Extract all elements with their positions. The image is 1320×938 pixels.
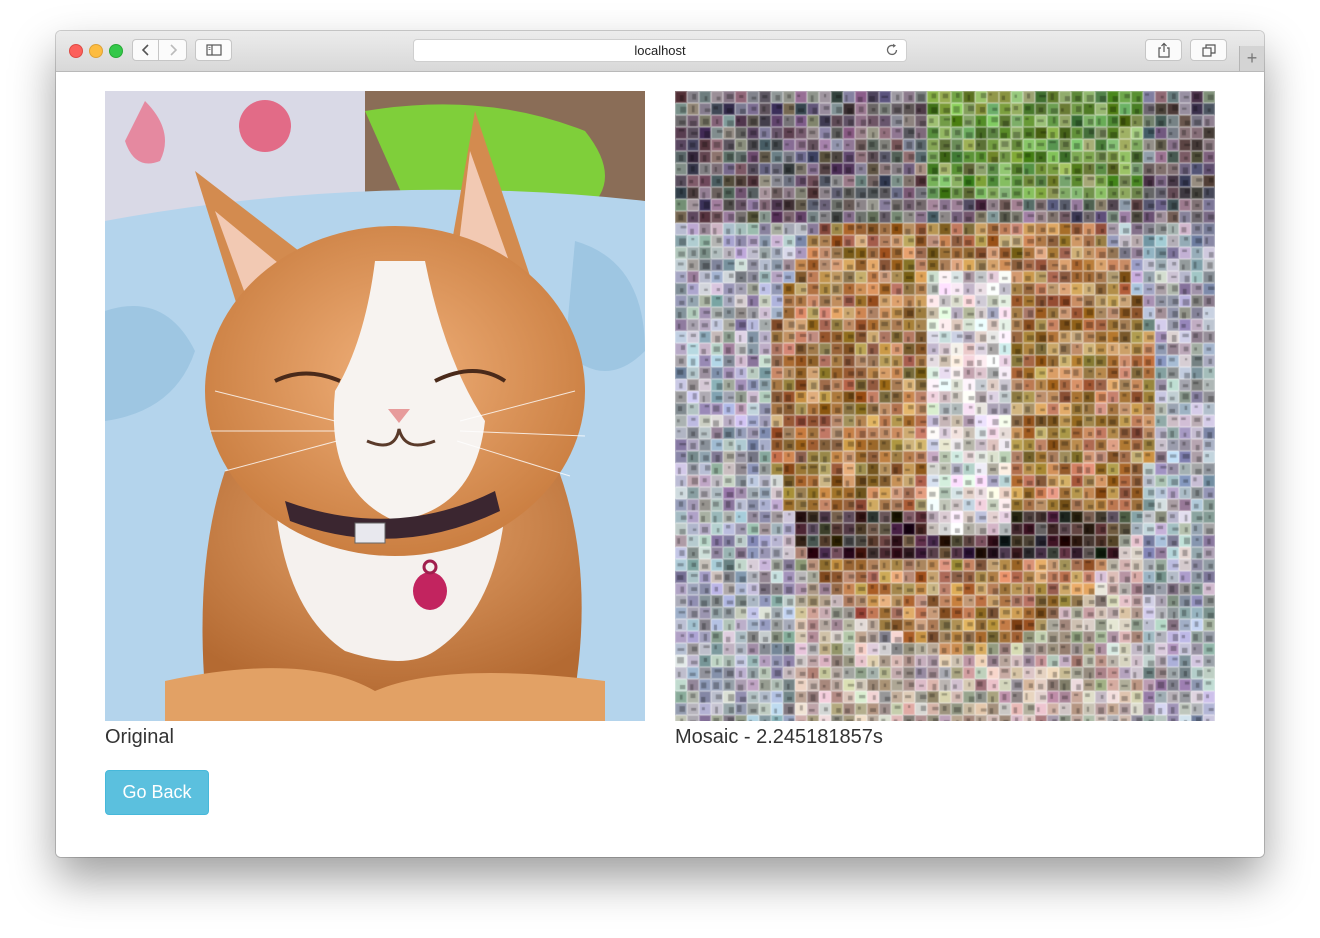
original-panel: Original [105, 91, 645, 749]
mosaic-caption: Mosaic - 2.245181857s [675, 726, 883, 748]
back-button[interactable] [132, 39, 159, 61]
original-image [105, 91, 645, 721]
sidebar-icon [205, 44, 222, 56]
browser-toolbar: localhost + [56, 31, 1264, 72]
share-button[interactable] [1145, 39, 1182, 61]
zoom-window-button[interactable] [109, 44, 123, 58]
address-bar[interactable]: localhost [413, 39, 907, 62]
go-back-button[interactable]: Go Back [105, 770, 209, 815]
page-content: Original Mosaic - 2.245181857s Go Back [56, 72, 1264, 857]
chevron-right-icon [169, 44, 177, 56]
share-icon [1157, 42, 1170, 58]
chevron-left-icon [141, 44, 149, 56]
new-tab-button[interactable]: + [1239, 46, 1264, 71]
tabs-overview-icon [1201, 43, 1216, 57]
cat-photo [105, 91, 645, 721]
minimize-window-button[interactable] [89, 44, 103, 58]
close-window-button[interactable] [69, 44, 83, 58]
url-text: localhost [634, 43, 686, 58]
plus-icon: + [1246, 48, 1258, 68]
mosaic-canvas [675, 91, 1215, 721]
sidebar-button[interactable] [195, 39, 232, 61]
navigation-buttons [132, 39, 188, 61]
mosaic-image [675, 91, 1215, 721]
tabs-overview-button[interactable] [1190, 39, 1227, 61]
original-caption: Original [105, 726, 174, 748]
mosaic-panel: Mosaic - 2.245181857s [675, 91, 1215, 749]
reload-icon[interactable] [885, 43, 899, 57]
forward-button[interactable] [159, 39, 187, 61]
browser-window: localhost + Original Mosaic - 2.24518185… [56, 31, 1264, 857]
